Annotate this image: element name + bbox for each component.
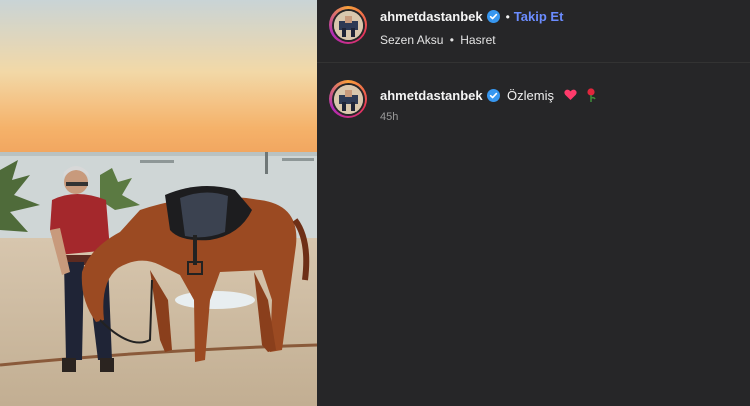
username-link[interactable]: ahmetdastanbek — [380, 9, 483, 24]
avatar-image — [333, 84, 363, 114]
caption-avatar[interactable] — [329, 80, 367, 118]
verified-badge-icon — [486, 10, 500, 23]
post-photo[interactable] — [0, 0, 317, 406]
caption-text: Özlemiş — [507, 88, 554, 103]
post-side-panel: ahmetdastanbek • Takip Et Sezen Aksu • Has… — [317, 0, 750, 406]
music-song[interactable]: Hasret — [460, 33, 495, 47]
heart-icon — [564, 88, 578, 106]
music-separator: • — [449, 33, 454, 47]
post-header: ahmetdastanbek • Takip Et Sezen Aksu • Has… — [329, 6, 738, 47]
separator-dot: • — [505, 10, 510, 24]
verified-badge-icon — [486, 89, 500, 102]
post-timestamp[interactable]: 45h — [380, 111, 398, 123]
music-info[interactable]: Sezen Aksu • Hasret — [380, 33, 496, 47]
avatar[interactable] — [329, 6, 367, 44]
avatar-image — [333, 10, 363, 40]
caption-username-link[interactable]: ahmetdastanbek — [380, 88, 483, 103]
header-divider — [317, 62, 750, 63]
music-artist[interactable]: Sezen Aksu — [380, 33, 443, 47]
post-viewer: ahmetdastanbek • Takip Et Sezen Aksu • Has… — [0, 0, 750, 406]
photo-horse-and-man — [0, 0, 317, 406]
follow-button[interactable]: Takip Et — [514, 9, 564, 24]
rose-icon — [586, 88, 596, 107]
